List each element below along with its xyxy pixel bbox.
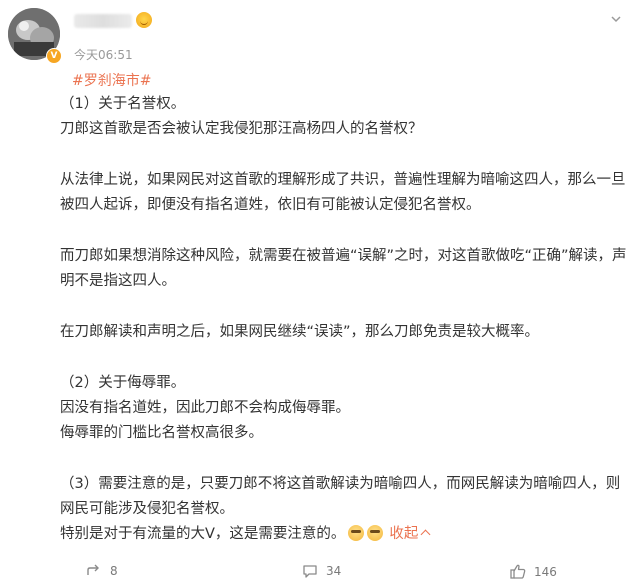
collapse-link[interactable]: 收起 [389, 526, 431, 542]
smirk-emoji-icon [348, 525, 365, 541]
paragraph-5: 在刀郎解读和声明之后，如果网民继续“误读”，那么刀郎免责是较大概率。 [60, 324, 540, 340]
paragraph-10-line: 特别是对于有流量的大V，这是需要注意的。 收起 [60, 522, 630, 547]
paragraph-10: 特别是对于有流量的大V，这是需要注意的。 [60, 526, 346, 542]
forward-icon [87, 564, 99, 575]
paragraph-4: 而刀郎如果想消除这种风险，就需要在被普遍“误解”之时，对这首歌做吃“正确”解读，… [60, 248, 627, 289]
paragraph-7: 因没有指名道姓，因此刀郎不会构成侮辱罪。 [60, 400, 350, 416]
collapse-label: 收起 [389, 526, 419, 542]
like-button[interactable]: 146 [510, 564, 557, 579]
chevron-down-icon[interactable] [610, 10, 622, 23]
action-bar: 8 34 146 [0, 560, 640, 587]
paragraph-8: 侮辱罪的门槛比名誉权高很多。 [60, 425, 263, 441]
username-redacted[interactable] [74, 14, 132, 28]
post-body: （1）关于名誉权。 刀郎这首歌是否会被认定我侵犯那汪高杨四人的名誉权？ 从法律上… [60, 92, 630, 547]
post-timestamp: 今天06:51 [74, 48, 133, 62]
forward-count: 8 [110, 564, 118, 578]
smirk-emoji-icon [367, 525, 384, 541]
chevron-up-icon [420, 529, 431, 540]
like-count: 146 [534, 564, 557, 579]
comment-icon [303, 565, 317, 578]
comment-button[interactable]: 34 [302, 564, 341, 578]
post-header: V 今天06:51 [0, 0, 640, 70]
comment-count: 34 [326, 564, 342, 578]
user-badge-icon [136, 12, 152, 28]
paragraph-3: 从法律上说，如果网民对这首歌的理解形成了共识，普遍性理解为暗喻这四人，那么一旦被… [60, 172, 626, 213]
thumbs-up-icon [510, 564, 526, 579]
topic-hashtag-link[interactable]: #罗刹海市# [72, 70, 151, 90]
paragraph-9: （3）需要注意的是，只要刀郎不将这首歌解读为暗喻四人，而网民解读为暗喻四人，则网… [60, 476, 621, 517]
forward-button[interactable]: 8 [86, 564, 118, 578]
verified-badge-icon: V [46, 48, 62, 64]
paragraph-2: 刀郎这首歌是否会被认定我侵犯那汪高杨四人的名誉权？ [60, 121, 423, 137]
paragraph-1: （1）关于名誉权。 [60, 96, 186, 112]
paragraph-6: （2）关于侮辱罪。 [60, 375, 186, 391]
